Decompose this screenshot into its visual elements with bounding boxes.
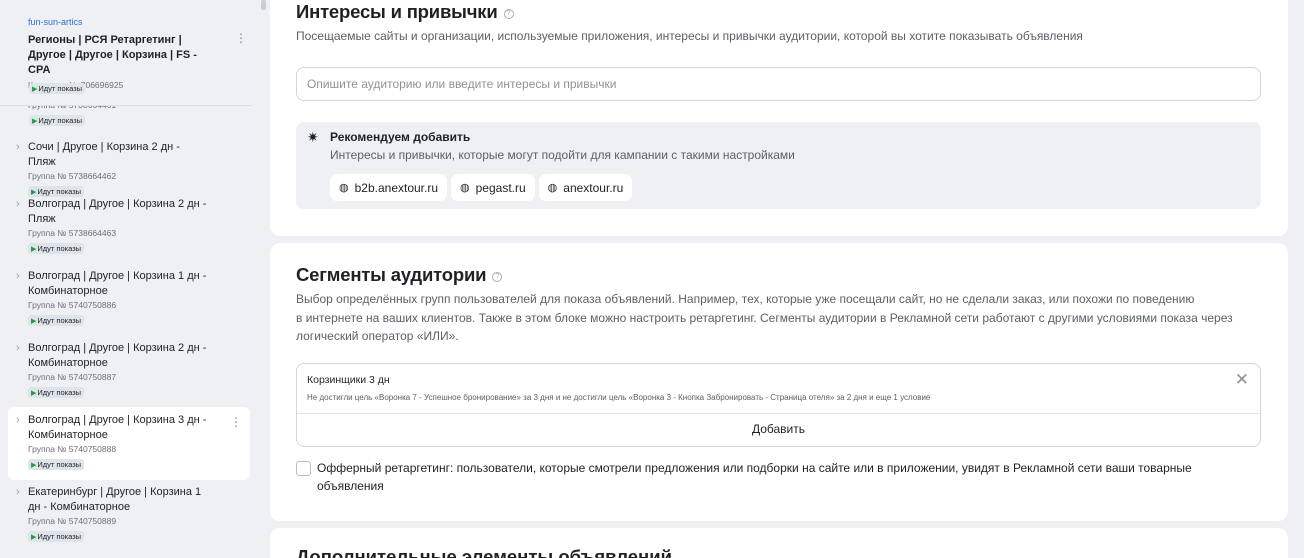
status-badge: ▶Идут показы (29, 83, 86, 94)
group-name: Волгоград | Другое | Корзина 3 дн - Комб… (28, 414, 207, 441)
segment-description: Не достигли цель «Воронка 7 - Успешное б… (307, 393, 931, 402)
chevron-right-icon[interactable]: › (16, 414, 20, 426)
group-name: Сочи | Другое | Корзина 2 дн - Пляж (28, 141, 180, 168)
account-name[interactable]: fun-sun-artics (28, 17, 252, 27)
sidebar: Группа № 5738664461 ▶Идут показы fun-sun… (0, 0, 262, 558)
group-number: Группа № 5740750889 (28, 516, 117, 526)
group-name: Екатеринбург | Другое | Корзина 1 дн - К… (28, 486, 202, 513)
group-name: Волгоград | Другое | Корзина 1 дн - Комб… (28, 270, 207, 297)
status-badge: ▶Идут показы (28, 459, 85, 470)
chevron-right-icon[interactable]: › (16, 141, 20, 153)
group-number: Группа № 5738664463 (28, 228, 117, 238)
segment-box: Корзинщики 3 дн Не достигли цель «Воронк… (296, 363, 1261, 447)
status-badge: ▶Идут показы (28, 315, 85, 326)
group-number: Группа № 5738664462 (28, 171, 117, 181)
offer-retargeting-row: Офферный ретаргетинг: пользователи, кото… (296, 459, 1236, 495)
campaign-header[interactable]: fun-sun-artics Регионы | РСЯ Ретаргетинг… (0, 0, 252, 106)
chip-list: ◍ b2b.anextour.ru ◍ pegast.ru ◍ anextour.ru (330, 174, 633, 201)
globe-icon: ◍ (460, 182, 470, 194)
interests-card: Интересы и привычки? Посещаемые сайты и … (270, 0, 1288, 236)
segments-card: Сегменты аудитории? Выбор определённых г… (270, 243, 1288, 521)
sidebar-group-item[interactable]: › Волгоград | Другое | Корзина 1 дн - Ко… (8, 269, 250, 333)
help-icon[interactable]: ? (503, 9, 514, 19)
add-segment-button[interactable]: Добавить (297, 413, 1260, 447)
scrollbar[interactable] (261, 0, 266, 10)
more-menu-icon[interactable]: ⋮ (235, 32, 247, 44)
campaign-title[interactable]: Регионы | РСЯ Ретаргетинг | Другое | Дру… (28, 33, 218, 78)
chevron-right-icon[interactable]: › (16, 486, 20, 498)
group-number: Группа № 5740750886 (28, 300, 117, 310)
sidebar-group-item[interactable]: › Волгоград | Другое | Корзина 2 дн - Ко… (8, 341, 250, 405)
sparkle-icon: ✷ (307, 129, 319, 145)
interest-chip[interactable]: ◍ anextour.ru (538, 174, 633, 201)
status-badge: ▶Идут показы (28, 531, 85, 542)
close-icon[interactable]: ✕ (1235, 370, 1249, 390)
status-badge: ▶Идут показы (29, 115, 86, 126)
section-title: Дополнительные элементы объявлений (296, 546, 672, 558)
chevron-right-icon[interactable]: › (16, 342, 20, 354)
globe-icon: ◍ (547, 182, 558, 194)
extra-elements-card: Дополнительные элементы объявлений (270, 528, 1288, 558)
group-name: Волгоград | Другое | Корзина 2 дн - Пляж (28, 198, 207, 225)
interest-chip[interactable]: ◍ pegast.ru (451, 174, 535, 201)
recommend-title: Рекомендуем добавить (330, 130, 471, 144)
section-description: Выбор определённых групп пользователей д… (296, 292, 1233, 343)
more-menu-icon[interactable]: ⋮ (230, 415, 242, 429)
status-badge: ▶Идут показы (28, 387, 85, 398)
group-name: Волгоград | Другое | Корзина 2 дн - Комб… (28, 342, 207, 369)
globe-icon: ◍ (339, 182, 349, 194)
interest-chip[interactable]: ◍ b2b.anextour.ru (330, 174, 448, 201)
group-number: Группа № 5740750887 (28, 372, 117, 382)
section-description: Посещаемые сайты и организации, использу… (296, 29, 1083, 43)
recommend-subtitle: Интересы и привычки, которые могут подой… (330, 148, 795, 162)
help-icon[interactable]: ? (492, 272, 503, 282)
section-title: Сегменты аудитории? (296, 264, 503, 286)
checkbox-label[interactable]: Офферный ретаргетинг: пользователи, кото… (317, 459, 1236, 495)
sidebar-group-item-selected[interactable]: › Волгоград | Другое | Корзина 3 дн - Ко… (8, 407, 250, 480)
recommendations-box: ✷ Рекомендуем добавить Интересы и привыч… (296, 122, 1261, 209)
group-number: Группа № 5740750888 (28, 444, 117, 454)
segment-name[interactable]: Корзинщики 3 дн (307, 374, 390, 386)
interests-input[interactable]: Опишите аудиторию или введите интересы и… (296, 67, 1261, 101)
status-badge: ▶Идут показы (28, 243, 85, 254)
sidebar-group-item[interactable]: › Сочи | Другое | Корзина 2 дн - Пляж Гр… (8, 140, 250, 197)
sidebar-group-item[interactable]: › Волгоград | Другое | Корзина 2 дн - Пл… (8, 197, 250, 261)
section-title: Интересы и привычки? (296, 1, 514, 23)
sidebar-group-item[interactable]: › Екатеринбург | Другое | Корзина 1 дн -… (8, 485, 250, 549)
chevron-right-icon[interactable]: › (16, 270, 20, 282)
chevron-right-icon[interactable]: › (16, 198, 20, 210)
offer-retargeting-checkbox[interactable] (296, 461, 311, 476)
status-badge: ▶Идут показы (28, 186, 85, 197)
